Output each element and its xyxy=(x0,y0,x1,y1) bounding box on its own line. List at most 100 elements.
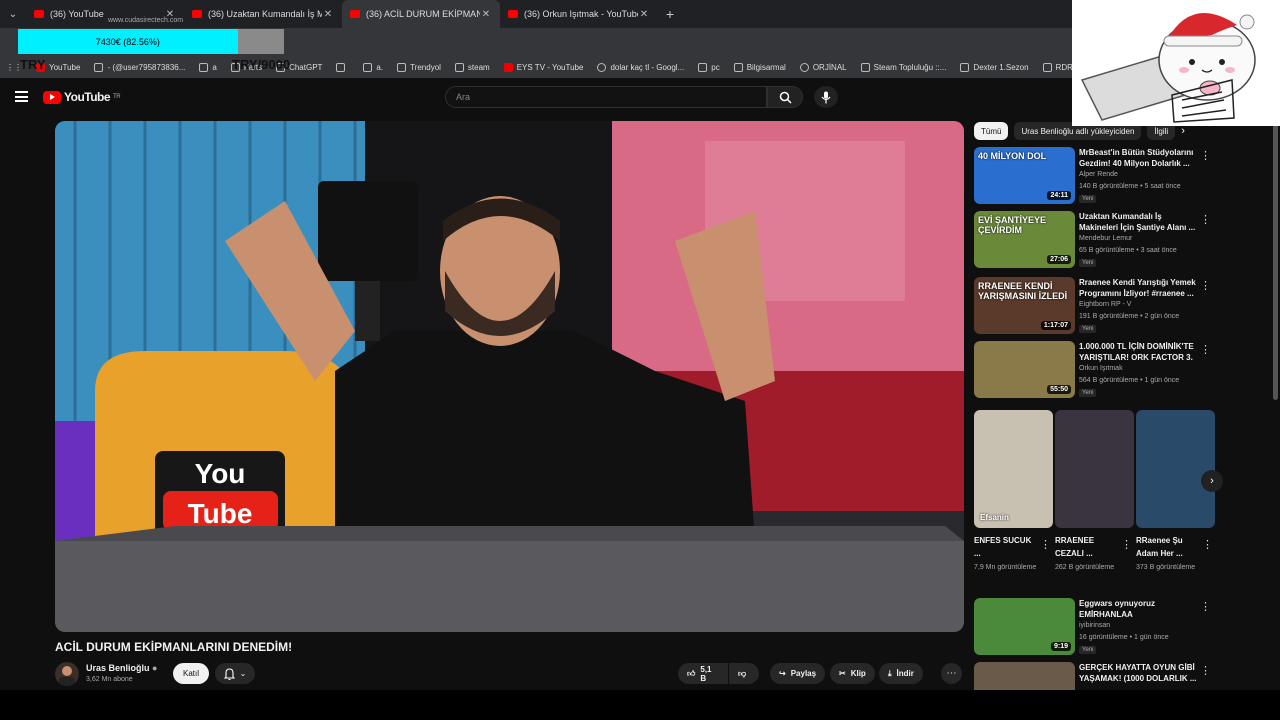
short-more-icon[interactable]: ⋮ xyxy=(1202,538,1213,551)
short-views: 373 B görüntüleme xyxy=(1136,564,1196,571)
bookmark-label: Trendyol xyxy=(410,62,441,72)
bookmark-icon xyxy=(597,62,607,72)
tab-title: (36) Orkun Işıtmak - YouTube xyxy=(524,9,638,19)
close-tab-icon[interactable]: ✕ xyxy=(638,9,650,20)
scrollbar-thumb[interactable] xyxy=(1273,100,1278,400)
join-button[interactable]: Katıl xyxy=(173,663,209,684)
recommendation-title[interactable]: 1.000.000 TL İÇİN DOMİNİK'TE YARIŞTILAR!… xyxy=(1079,341,1199,364)
recommendation-channel[interactable]: Mendebur Lemur xyxy=(1079,235,1132,242)
bookmark-label: a. xyxy=(376,62,384,72)
share-button[interactable]: ↪ Paylaş xyxy=(770,663,826,684)
recommendation-channel[interactable]: Alper Rende xyxy=(1079,171,1118,178)
close-tab-icon[interactable]: ✕ xyxy=(322,9,334,20)
browser-tab[interactable]: (36) Orkun Işıtmak - YouTube ✕ xyxy=(500,0,658,28)
page-scrollbar[interactable] xyxy=(1271,80,1280,690)
channel-avatar[interactable] xyxy=(55,662,79,686)
short-more-icon[interactable]: ⋮ xyxy=(1040,538,1051,551)
recommendation-title[interactable]: GERÇEK HAYATTA OYUN GİBİ YAŞAMAK! (1000 … xyxy=(1079,662,1199,684)
new-badge: Yeni xyxy=(1079,646,1097,654)
clip-button[interactable]: ✂ Klip xyxy=(830,663,875,684)
youtube-logo[interactable]: YouTube TR xyxy=(43,90,121,104)
recommendation-item[interactable]: RRAENEE KENDİ YARIŞMASINI İZLEDİ 1:17:07 R… xyxy=(974,277,1214,335)
menu-icon[interactable] xyxy=(15,91,28,102)
recommendation-channel[interactable]: Orkun Işıtmak xyxy=(1079,365,1123,372)
more-options-icon[interactable]: ⋮ xyxy=(1200,149,1211,162)
bookmark-item[interactable]: Dexter 1.Sezon xyxy=(960,62,1029,72)
recommendation-meta: 140 B görüntüleme • 5 saat önce xyxy=(1079,183,1181,190)
tab-search-button[interactable]: ⌄ xyxy=(0,3,26,25)
recommendation-title[interactable]: Rraenee Kendi Yarıştığı Yemek Programını… xyxy=(1079,277,1199,299)
thumbs-up-icon: 👍︎ xyxy=(687,668,696,678)
bookmark-item[interactable]: ORJİNAL xyxy=(799,62,847,72)
video-duration: 27:06 xyxy=(1047,255,1071,264)
bookmark-item[interactable]: dolar kaç tl - Googl... xyxy=(597,62,684,72)
video-thumbnail[interactable]: 55:50 xyxy=(974,341,1075,398)
video-thumbnail[interactable]: RRAENEE KENDİ YARIŞMASINI İZLEDİ 1:17:07 xyxy=(974,277,1075,334)
bookmark-item[interactable]: a xyxy=(199,62,217,72)
bookmark-item[interactable]: Bilgisarmal xyxy=(733,62,786,72)
like-button[interactable]: 👍︎ 5,1 B xyxy=(678,663,728,684)
recommendation-title[interactable]: MrBeast'in Bütün Stüdyolarını Gezdim! 40… xyxy=(1079,147,1199,169)
recommendation-item[interactable]: 55:50 1.000.000 TL İÇİN DOMİNİK'TE YARIŞT… xyxy=(974,341,1214,399)
short-title[interactable]: ENFES SUCUK ... xyxy=(974,534,1038,560)
youtube-play-icon xyxy=(43,90,61,104)
short-title[interactable]: RRaenee Şu Adam Her ... xyxy=(1136,534,1200,560)
short-more-icon[interactable]: ⋮ xyxy=(1121,538,1132,551)
chip-all[interactable]: Tümü xyxy=(974,122,1009,140)
bookmark-item[interactable]: RDR xyxy=(1042,62,1073,72)
short-thumbnail[interactable]: Efsanin xyxy=(974,410,1053,528)
bookmark-icon xyxy=(799,62,809,72)
bookmark-item[interactable]: pc xyxy=(698,62,720,72)
shorts-next-button[interactable]: › xyxy=(1201,470,1223,492)
recommendation-item[interactable]: 40 MİLYON DOL 24:11 MrBeast'in Bütün Stüdy… xyxy=(974,147,1214,205)
cat-mascot-picture xyxy=(1072,0,1280,126)
recommendation-item[interactable]: EVİ ŞANTİYEYE ÇEVİRDİM 27:06 Uzaktan Kuman… xyxy=(974,211,1214,269)
short-title[interactable]: RRAENEE CEZALI ... xyxy=(1055,534,1119,560)
bookmark-item[interactable]: EYS TV - YouTube xyxy=(503,62,583,72)
short-thumbnail[interactable] xyxy=(1055,410,1134,528)
dislike-button[interactable]: 👎︎ xyxy=(729,663,759,684)
chevron-right-icon[interactable]: › xyxy=(1181,125,1185,137)
notification-button[interactable]: ⌄ xyxy=(215,663,255,684)
recommendation-title[interactable]: Eggwars oynuyoruz EMİRHANLAA xyxy=(1079,598,1199,620)
browser-tab-active[interactable]: (36) ACİL DURUM EKİPMANLARI ✕ xyxy=(342,0,500,28)
bookmark-label: ORJİNAL xyxy=(812,62,847,72)
bookmark-item[interactable]: Steam Topluluğu ::... xyxy=(860,62,946,72)
bookmark-item[interactable]: steam xyxy=(454,62,490,72)
recommendation-title[interactable]: Uzaktan Kumandalı İş Makineleri İçin Şan… xyxy=(1079,211,1199,233)
bookmark-label: Bilgisarmal xyxy=(746,62,786,72)
bookmark-item[interactable] xyxy=(336,62,349,72)
thumbnail-text: 40 MİLYON DOL xyxy=(978,151,1047,161)
more-options-icon[interactable]: ⋮ xyxy=(1200,600,1211,613)
new-tab-button[interactable]: + xyxy=(658,6,682,22)
more-actions-button[interactable]: ⋯ xyxy=(941,663,962,684)
video-player[interactable]: You Tube xyxy=(55,121,964,632)
short-thumbnail[interactable] xyxy=(1136,410,1215,528)
download-button[interactable]: ⤓ İndir xyxy=(879,663,923,684)
search-button[interactable] xyxy=(767,86,803,108)
more-options-icon[interactable]: ⋮ xyxy=(1200,279,1211,292)
recommendation-item[interactable]: 9:19 Eggwars oynuyoruz EMİRHANLAA iyibirin… xyxy=(974,598,1214,656)
bookmark-item[interactable]: Trendyol xyxy=(397,62,441,72)
close-tab-icon[interactable]: ✕ xyxy=(480,9,492,20)
video-thumbnail[interactable]: EVİ ŞANTİYEYE ÇEVİRDİM 27:06 xyxy=(974,211,1075,268)
voice-search-button[interactable] xyxy=(814,86,838,108)
more-options-icon[interactable]: ⋮ xyxy=(1200,664,1211,677)
tab-title: (36) Uzaktan Kumandalı İş Maki xyxy=(208,9,322,19)
bookmark-item[interactable]: a. xyxy=(363,62,384,72)
browser-tab[interactable]: (36) Uzaktan Kumandalı İş Maki ✕ xyxy=(184,0,342,28)
more-options-icon[interactable]: ⋮ xyxy=(1200,343,1211,356)
video-thumbnail[interactable]: 9:19 xyxy=(974,598,1075,655)
short-views: 7,9 Mn görüntüleme xyxy=(974,564,1037,571)
recommendation-channel[interactable]: Eightborn RP - V xyxy=(1079,301,1131,308)
channel-name[interactable]: Uras Benlioğlu ● xyxy=(86,663,157,673)
more-options-icon[interactable]: ⋮ xyxy=(1200,213,1211,226)
share-icon: ↪ xyxy=(779,669,786,678)
avatar-image xyxy=(59,666,75,686)
url-tooltip: www.cudasirectech.com xyxy=(108,17,184,24)
bookmark-item[interactable]: - (@user795873836... xyxy=(94,62,185,72)
recommendation-channel[interactable]: iyibirinsan xyxy=(1079,622,1110,629)
video-thumbnail[interactable]: 40 MİLYON DOL 24:11 xyxy=(974,147,1075,204)
search-input[interactable]: Ara xyxy=(445,86,767,108)
bookmark-icon xyxy=(94,62,104,72)
